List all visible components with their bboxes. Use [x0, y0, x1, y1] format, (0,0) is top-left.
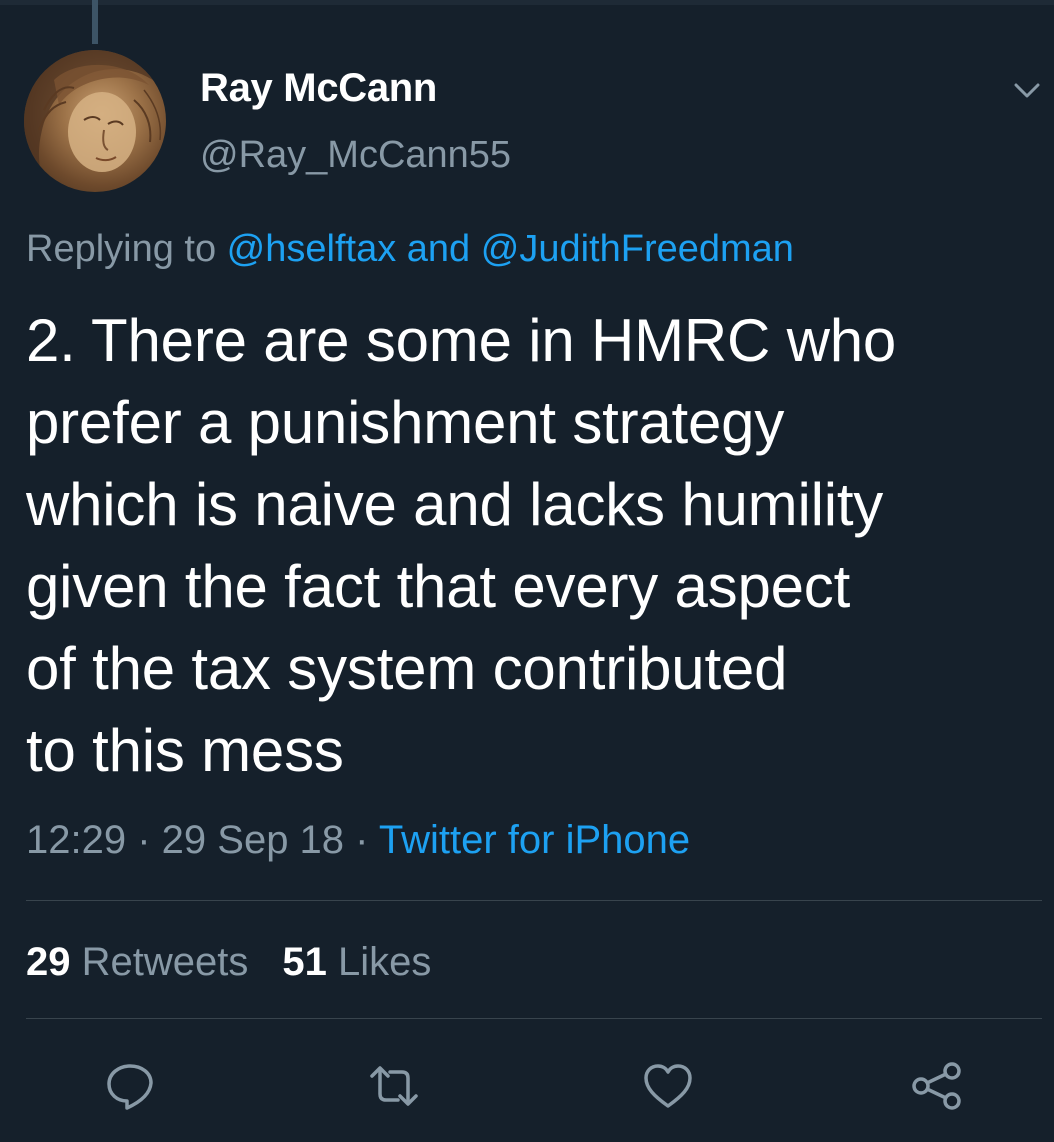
reply-mention-hselftax[interactable]: @hselftax: [227, 228, 397, 270]
divider: [26, 900, 1042, 901]
retweets-count: 29: [26, 940, 71, 984]
meta-separator: ·: [344, 818, 379, 862]
retweets-stat[interactable]: 29 Retweets: [26, 940, 248, 984]
chevron-down-icon: [1014, 83, 1040, 98]
tweet-text-line: 2. There are some in HMRC who: [26, 307, 897, 374]
likes-stat[interactable]: 51 Likes: [282, 940, 431, 984]
tweet-text-line: to this mess: [26, 717, 344, 784]
tweet-date: 29 Sep 18: [161, 818, 345, 862]
avatar-portrait-image: [24, 50, 166, 192]
divider: [26, 1018, 1042, 1019]
tweet-text: 2. There are some in HMRC who prefer a p…: [26, 300, 1036, 792]
replying-to-label: Replying to: [26, 228, 227, 270]
author-handle[interactable]: @Ray_McCann55: [200, 134, 511, 177]
reply-icon: [107, 1064, 153, 1110]
share-button[interactable]: [908, 1058, 964, 1114]
tweet-menu-button[interactable]: [1010, 76, 1044, 106]
like-button[interactable]: [640, 1058, 696, 1114]
retweet-button[interactable]: [366, 1058, 422, 1114]
author-display-name[interactable]: Ray McCann: [200, 66, 437, 111]
tweet-text-line: given the fact that every aspect: [26, 553, 851, 620]
tweet-meta: 12:29 · 29 Sep 18 · Twitter for iPhone: [26, 818, 690, 863]
reply-context: Replying to @hselftax and @JudithFreedma…: [26, 228, 794, 271]
retweets-label: Retweets: [70, 940, 249, 984]
avatar[interactable]: [24, 50, 166, 192]
reply-mention-judithfreedman[interactable]: @JudithFreedman: [481, 228, 794, 270]
top-strip: [0, 0, 1054, 5]
thread-connector-line: [92, 0, 98, 44]
tweet-text-line: which is naive and lacks humility: [26, 471, 884, 538]
tweet-source-link[interactable]: Twitter for iPhone: [379, 818, 690, 862]
tweet-text-line: of the tax system contributed: [26, 635, 788, 702]
heart-icon: [644, 1064, 692, 1108]
reply-conjunction[interactable]: and: [396, 228, 481, 270]
tweet-text-line: prefer a punishment strategy: [26, 389, 785, 456]
retweet-icon: [370, 1066, 418, 1106]
tweet-time: 12:29: [26, 818, 127, 862]
likes-count: 51: [282, 940, 327, 984]
reply-button[interactable]: [102, 1058, 158, 1114]
tweet-stats: 29 Retweets 51 Likes: [26, 940, 431, 985]
likes-label: Likes: [326, 940, 432, 984]
share-icon: [912, 1062, 961, 1110]
meta-separator: ·: [126, 818, 162, 862]
